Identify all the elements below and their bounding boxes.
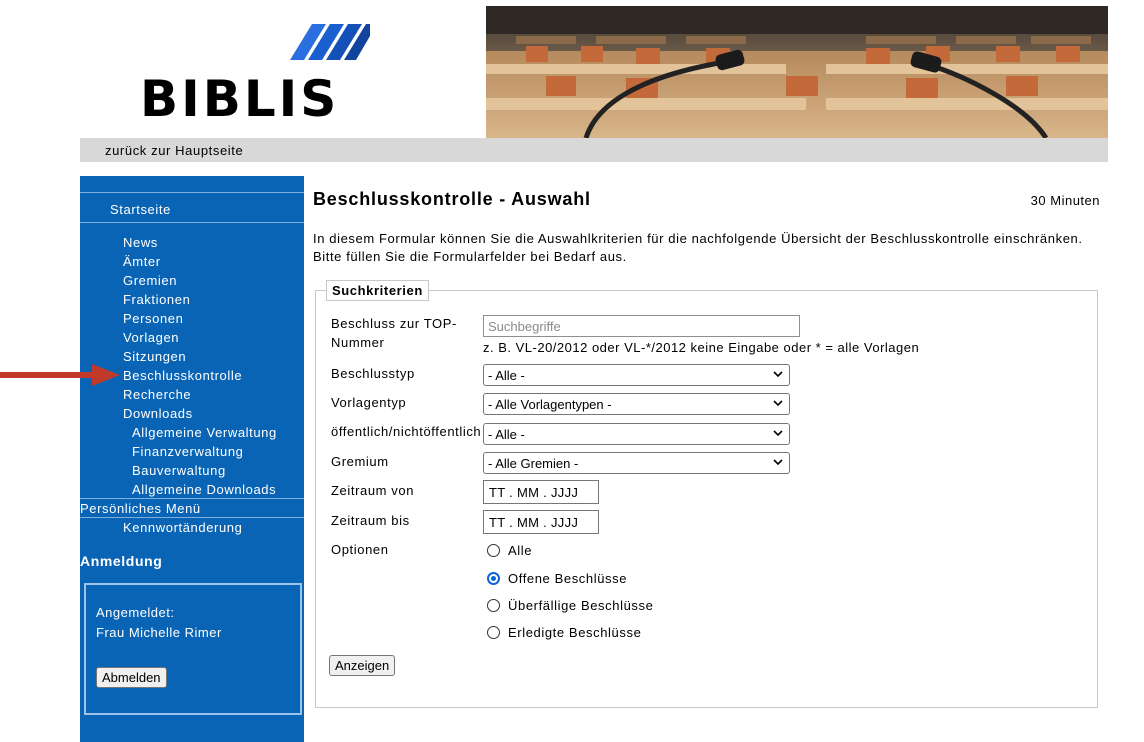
committee-label: Gremium: [331, 454, 389, 469]
option-label: Überfällige Beschlüsse: [508, 598, 654, 613]
decision-type-value: - Alle -: [488, 368, 525, 383]
logged-in-label: Angemeldet:: [96, 605, 175, 620]
sidebar-item-news[interactable]: News: [123, 235, 158, 250]
radio-unchecked-icon: [487, 599, 500, 612]
sidebar: Startseite News Ämter Gremien Fraktionen…: [80, 176, 304, 742]
top-navbar: zurück zur Hauptseite: [80, 138, 1108, 162]
template-type-value: - Alle Vorlagentypen -: [488, 397, 612, 412]
sidebar-item-sitzungen[interactable]: Sitzungen: [123, 349, 186, 364]
sidebar-divider: [80, 498, 304, 499]
session-timer: 30 Minuten: [1030, 193, 1100, 208]
logout-button[interactable]: Abmelden: [96, 667, 167, 688]
sidebar-subitem-bauverwaltung[interactable]: Bauverwaltung: [132, 463, 226, 478]
radio-checked-icon: [487, 572, 500, 585]
top-number-label-line1: Beschluss zur TOP-: [331, 316, 457, 331]
chevron-down-icon: [773, 430, 783, 437]
fieldset-legend: Suchkriterien: [326, 280, 429, 301]
option-ueberfaellige[interactable]: Überfällige Beschlüsse: [487, 598, 653, 613]
sidebar-item-aemter[interactable]: Ämter: [123, 254, 161, 269]
sidebar-divider: [80, 222, 304, 223]
decision-type-select[interactable]: - Alle -: [483, 364, 790, 386]
sidebar-subitem-allgemeine-downloads[interactable]: Allgemeine Downloads: [132, 482, 276, 497]
header-banner-image: [486, 6, 1108, 138]
option-erledigte[interactable]: Erledigte Beschlüsse: [487, 625, 641, 640]
annotation-arrow-icon: [0, 364, 120, 386]
radio-unchecked-icon: [487, 626, 500, 639]
option-offene[interactable]: Offene Beschlüsse: [487, 571, 627, 586]
template-type-select[interactable]: - Alle Vorlagentypen -: [483, 393, 790, 415]
sidebar-divider: [80, 192, 304, 193]
sidebar-item-gremien[interactable]: Gremien: [123, 273, 177, 288]
sidebar-item-downloads[interactable]: Downloads: [123, 406, 193, 421]
date-from-label: Zeitraum von: [331, 483, 415, 498]
date-from-input[interactable]: TT . MM . JJJJ: [483, 480, 599, 504]
sidebar-item-home[interactable]: Startseite: [110, 202, 171, 217]
sidebar-item-recherche[interactable]: Recherche: [123, 387, 191, 402]
sidebar-item-personal-menu[interactable]: Persönliches Menü: [80, 501, 201, 516]
chevron-down-icon: [773, 459, 783, 466]
sidebar-item-vorlagen[interactable]: Vorlagen: [123, 330, 179, 345]
logo-text: BIBLIS: [140, 70, 340, 128]
sidebar-subitem-finanzverwaltung[interactable]: Finanzverwaltung: [132, 444, 244, 459]
committee-select[interactable]: - Alle Gremien -: [483, 452, 790, 474]
public-value: - Alle -: [488, 427, 525, 442]
public-select[interactable]: - Alle -: [483, 423, 790, 445]
sidebar-subitem-allgemeine-verwaltung[interactable]: Allgemeine Verwaltung: [132, 425, 277, 440]
login-box: Angemeldet: Frau Michelle Rimer Abmelden: [84, 583, 302, 715]
top-number-input[interactable]: [483, 315, 800, 337]
logo: BIBLIS: [140, 22, 370, 128]
date-to-input[interactable]: TT . MM . JJJJ: [483, 510, 599, 534]
committee-value: - Alle Gremien -: [488, 456, 579, 471]
decision-type-label: Beschlusstyp: [331, 366, 415, 381]
page-title: Beschlusskontrolle - Auswahl: [313, 189, 591, 209]
template-type-label: Vorlagentyp: [331, 395, 407, 410]
public-label: öffentlich/nichtöffentlich: [331, 424, 482, 439]
date-to-label: Zeitraum bis: [331, 513, 410, 528]
chevron-down-icon: [773, 371, 783, 378]
user-name: Frau Michelle Rimer: [96, 625, 222, 640]
intro-text: In diesem Formular können Sie die Auswah…: [313, 231, 1083, 264]
login-heading: Anmeldung: [80, 553, 163, 569]
top-number-label-line2: Nummer: [331, 335, 385, 350]
chevron-down-icon: [773, 400, 783, 407]
option-label: Erledigte Beschlüsse: [508, 625, 642, 640]
sidebar-item-fraktionen[interactable]: Fraktionen: [123, 292, 190, 307]
option-alle[interactable]: Alle: [487, 543, 532, 558]
sidebar-item-password-change[interactable]: Kennwortänderung: [123, 520, 242, 535]
sidebar-item-beschlusskontrolle[interactable]: Beschlusskontrolle: [123, 368, 242, 383]
back-to-home-link[interactable]: zurück zur Hauptseite: [105, 143, 243, 158]
radio-unchecked-icon: [487, 544, 500, 557]
option-label: Offene Beschlüsse: [508, 571, 628, 586]
options-label: Optionen: [331, 542, 389, 557]
show-button[interactable]: Anzeigen: [329, 655, 396, 676]
top-number-hint: z. B. VL-20/2012 oder VL-*/2012 keine Ei…: [483, 340, 920, 355]
logo-stripes-icon: [290, 24, 370, 60]
option-label: Alle: [508, 543, 533, 558]
sidebar-divider: [80, 517, 304, 518]
sidebar-item-personen[interactable]: Personen: [123, 311, 183, 326]
